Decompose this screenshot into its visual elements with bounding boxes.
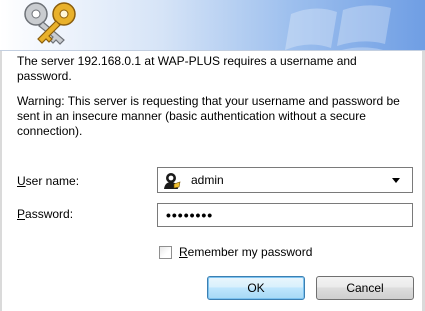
ok-button[interactable]: OK xyxy=(207,276,305,300)
password-label-accelerator: P xyxy=(17,207,26,221)
username-combobox[interactable]: admin xyxy=(157,167,413,193)
user-account-icon xyxy=(164,173,181,189)
username-value: admin xyxy=(191,173,224,187)
dialog-banner xyxy=(0,0,425,50)
remember-label-accelerator: R xyxy=(179,245,188,259)
password-label: Password: xyxy=(17,207,73,222)
banner-divider xyxy=(0,50,425,51)
password-field[interactable]: •••••••• xyxy=(157,203,413,227)
password-label-text: assword: xyxy=(25,207,74,221)
username-label: User name: xyxy=(17,174,79,189)
password-masked-value: •••••••• xyxy=(166,207,214,223)
username-label-text: ser name: xyxy=(25,174,80,188)
username-label-accelerator: U xyxy=(17,174,26,188)
auth-prompt-text: The server 192.168.0.1 at WAP-PLUS requi… xyxy=(17,54,357,83)
keys-icon xyxy=(24,2,76,45)
chevron-down-icon[interactable] xyxy=(392,178,400,183)
remember-label-text: emember my password xyxy=(187,245,313,259)
dialog-left-border xyxy=(0,51,2,311)
security-warning-text: Warning: This server is requesting that … xyxy=(17,94,400,138)
cancel-button[interactable]: Cancel xyxy=(316,276,414,300)
banner-watermark-logo xyxy=(285,5,391,50)
remember-password-label[interactable]: Remember my password xyxy=(179,245,312,260)
remember-password-checkbox[interactable] xyxy=(159,246,172,259)
